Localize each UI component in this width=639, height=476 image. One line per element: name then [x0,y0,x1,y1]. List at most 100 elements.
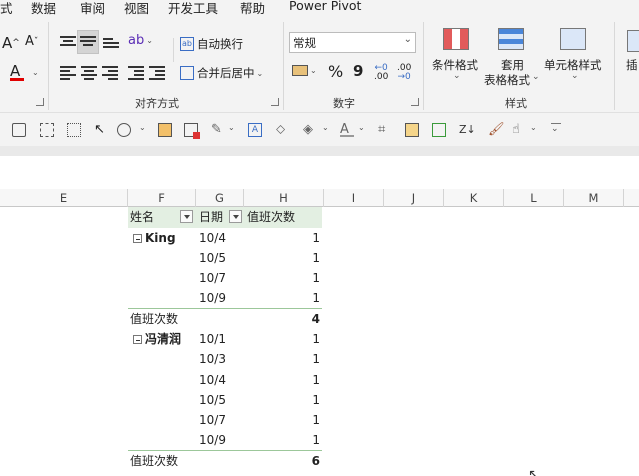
pivot-row-count[interactable]: 1 [244,228,320,248]
shrink-font-button[interactable]: Aˇ [25,34,38,49]
pivot-row-date[interactable]: 10/4 [199,370,226,390]
pivot-row-date[interactable]: 10/7 [199,410,226,430]
pivot-row-count[interactable]: 1 [244,329,320,349]
pivot-row-date[interactable]: 10/3 [199,349,226,369]
worksheet-grid[interactable]: 姓名 日期 值班次数 King 10/4 1 10/5 1 10/7 1 10/… [0,207,639,476]
paste-icon[interactable] [405,123,419,137]
sort-icon[interactable]: Z↓ [459,123,476,137]
pivot-row-date[interactable]: 10/9 [199,288,226,308]
pivot-row-count[interactable]: 1 [244,248,320,268]
menu-view[interactable]: 视图 [124,0,149,17]
pivot-row-count[interactable]: 1 [244,390,320,410]
increase-decimal-button[interactable]: ←0 .00 [374,64,388,82]
cell-styles-button[interactable]: 单元格样式 ⌄ [542,26,606,92]
pivot-row-count[interactable]: 1 [244,410,320,430]
edit-shape-caret-icon[interactable]: ⌄ [228,123,236,137]
insert-cells-button[interactable]: 插 [623,28,639,94]
pointer-icon[interactable]: ↖ [94,123,108,137]
name-filter-dropdown-icon[interactable] [180,210,193,223]
collapse-group-icon[interactable] [133,234,142,243]
touch-mode-caret-icon[interactable]: ⌄ [530,123,538,137]
pivot-row-count[interactable]: 1 [244,430,320,450]
percent-button[interactable]: % [328,62,343,81]
align-left-icon[interactable] [60,66,76,80]
column-header-l[interactable]: L [504,189,564,207]
pivot-row-date[interactable]: 10/4 [199,228,226,248]
alignment-dialog-launcher-icon[interactable] [271,98,279,106]
pivot-row-date[interactable]: 10/1 [199,329,226,349]
align-bottom-icon[interactable] [103,38,119,51]
comma-style-button[interactable]: 9 [353,62,363,80]
format-shape-icon[interactable]: ⬦ [276,123,290,137]
menu-data[interactable]: 数据 [31,0,56,17]
pivot-subtotal-label[interactable]: 值班次数 [130,451,178,471]
pivot-subtotal-value[interactable]: 6 [244,451,320,471]
font-color-button[interactable]: A [10,62,24,81]
pivot-subtotal-label[interactable]: 值班次数 [130,309,178,329]
accounting-format-button[interactable]: ⌄ [292,65,317,76]
menu-help[interactable]: 帮助 [240,0,265,17]
collapse-group-icon[interactable] [133,335,142,344]
touch-mode-icon[interactable]: ☝ [512,123,526,137]
number-format-select[interactable]: 常规 ⌄ [289,32,416,53]
pivot-group-name[interactable]: King [145,228,176,248]
pivot-row-date[interactable]: 10/7 [199,268,226,288]
wrap-text-button[interactable]: ab 自动换行 [180,36,243,52]
decrease-decimal-button[interactable]: .00 →0 [397,64,411,82]
column-header-h[interactable]: H [244,189,324,207]
decrease-indent-icon[interactable] [128,66,144,80]
column-header-k[interactable]: K [444,189,504,207]
column-header-g[interactable]: G [196,189,244,207]
pivot-subtotal-value[interactable]: 4 [244,309,320,329]
date-filter-dropdown-icon[interactable] [229,210,242,223]
pivot-row-count[interactable]: 1 [244,288,320,308]
pivot-row-date[interactable]: 10/9 [199,430,226,450]
column-header-m[interactable]: M [564,189,624,207]
column-header-f[interactable]: F [128,189,196,207]
align-middle-button[interactable] [77,30,99,54]
column-header-j[interactable]: J [384,189,444,207]
shapes-caret-icon[interactable]: ⌄ [139,123,147,137]
pivot-header-value[interactable]: 值班次数 [247,207,295,227]
crop-icon[interactable]: ⌗ [378,123,392,137]
pivot-row-count[interactable]: 1 [244,370,320,390]
customize-toolbar-icon[interactable]: ⌄ [551,123,561,137]
shapes-icon[interactable] [117,123,131,137]
text-color-icon[interactable]: A [340,123,354,137]
menu-developer[interactable]: 开发工具 [168,0,218,17]
pivot-row-date[interactable]: 10/5 [199,248,226,268]
merge-center-button[interactable]: 合并后居中 ⌄ [180,65,263,81]
fill-color-caret-icon[interactable]: ⌄ [322,123,330,137]
pivot-row-date[interactable]: 10/5 [199,390,226,410]
pivot-group-name[interactable]: 冯清润 [145,329,181,349]
text-box-icon[interactable]: A [248,123,262,137]
pivot-row-count[interactable]: 1 [244,349,320,369]
group-objects-icon[interactable] [12,123,26,137]
format-painter-icon[interactable]: 🖌 [488,123,505,137]
delete-picture-icon[interactable] [184,123,200,139]
refresh-icon[interactable] [432,123,446,137]
pivot-header-name[interactable]: 姓名 [130,207,154,227]
font-dialog-launcher-icon[interactable] [36,98,44,106]
text-color-caret-icon[interactable]: ⌄ [358,123,366,137]
number-dialog-launcher-icon[interactable] [411,98,419,106]
align-right-icon[interactable] [102,66,118,80]
menu-formulas[interactable]: 式 [0,0,13,17]
increase-indent-icon[interactable] [149,66,165,80]
align-center-icon[interactable] [81,66,97,80]
picture-icon[interactable] [158,123,172,137]
select-objects-icon[interactable] [40,123,54,137]
ungroup-icon[interactable] [67,123,81,137]
conditional-format-button[interactable]: 条件格式 ⌄ [428,26,484,92]
column-header-i[interactable]: I [324,189,384,207]
align-top-icon[interactable] [60,36,76,49]
grow-font-button[interactable]: A ^ [2,34,20,52]
pivot-row-count[interactable]: 1 [244,268,320,288]
menu-review[interactable]: 审阅 [80,0,105,17]
edit-shape-icon[interactable]: ✎ [211,123,225,137]
fill-color-icon[interactable]: ◈ [303,123,317,137]
format-as-table-button[interactable]: 套用 表格格式 ⌄ [484,26,540,92]
orientation-button[interactable]: ab ⌄ [128,33,153,48]
column-header-e[interactable]: E [0,189,128,207]
menu-power-pivot[interactable]: Power Pivot [289,0,361,13]
